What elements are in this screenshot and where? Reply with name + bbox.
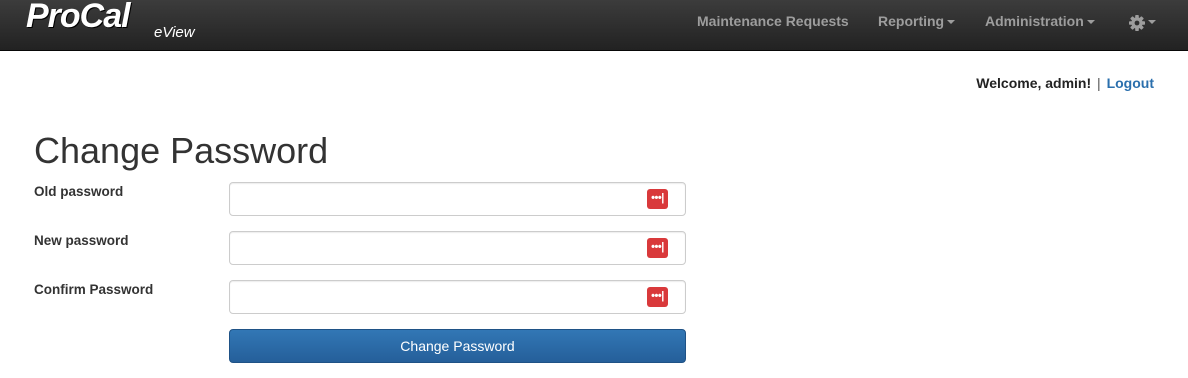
separator: | bbox=[1097, 75, 1101, 91]
confirm-password-field[interactable]: •••| bbox=[229, 280, 686, 314]
nav-administration-label: Administration bbox=[985, 13, 1084, 29]
password-manager-icon[interactable]: •••| bbox=[647, 189, 668, 209]
nav-maintenance-requests[interactable]: Maintenance Requests bbox=[697, 13, 849, 29]
logout-link[interactable]: Logout bbox=[1107, 75, 1154, 91]
confirm-password-input[interactable] bbox=[230, 281, 685, 313]
new-password-input[interactable] bbox=[230, 232, 685, 264]
caret-down-icon bbox=[1086, 20, 1095, 25]
brand-logo[interactable]: ProCal eView bbox=[26, 0, 216, 48]
gear-icon bbox=[1129, 15, 1145, 31]
new-password-label: New password bbox=[34, 233, 129, 248]
caret-down-icon bbox=[947, 20, 956, 25]
confirm-password-label: Confirm Password bbox=[34, 282, 154, 297]
old-password-label: Old password bbox=[34, 184, 124, 199]
page-title: Change Password bbox=[34, 130, 329, 171]
brand-subtitle: eView bbox=[154, 24, 195, 41]
nav-maintenance-requests-label: Maintenance Requests bbox=[697, 13, 849, 29]
nav-administration-dropdown[interactable]: Administration bbox=[985, 13, 1095, 29]
password-manager-icon[interactable]: •••| bbox=[647, 287, 668, 307]
top-navbar: ProCal eView Maintenance Requests Report… bbox=[0, 0, 1188, 51]
nav-reporting-label: Reporting bbox=[878, 13, 945, 29]
welcome-bar: Welcome, admin! | Logout bbox=[976, 74, 1154, 92]
new-password-field[interactable]: •••| bbox=[229, 231, 686, 265]
welcome-text: Welcome, admin! bbox=[976, 75, 1092, 91]
caret-down-icon bbox=[1148, 20, 1156, 24]
password-manager-icon[interactable]: •••| bbox=[647, 238, 668, 258]
settings-dropdown[interactable] bbox=[1127, 13, 1159, 33]
old-password-input[interactable] bbox=[230, 183, 685, 215]
brand-name: ProCal bbox=[26, 0, 131, 35]
old-password-field[interactable]: •••| bbox=[229, 182, 686, 216]
nav-reporting-dropdown[interactable]: Reporting bbox=[878, 13, 956, 29]
change-password-button[interactable]: Change Password bbox=[229, 329, 686, 363]
